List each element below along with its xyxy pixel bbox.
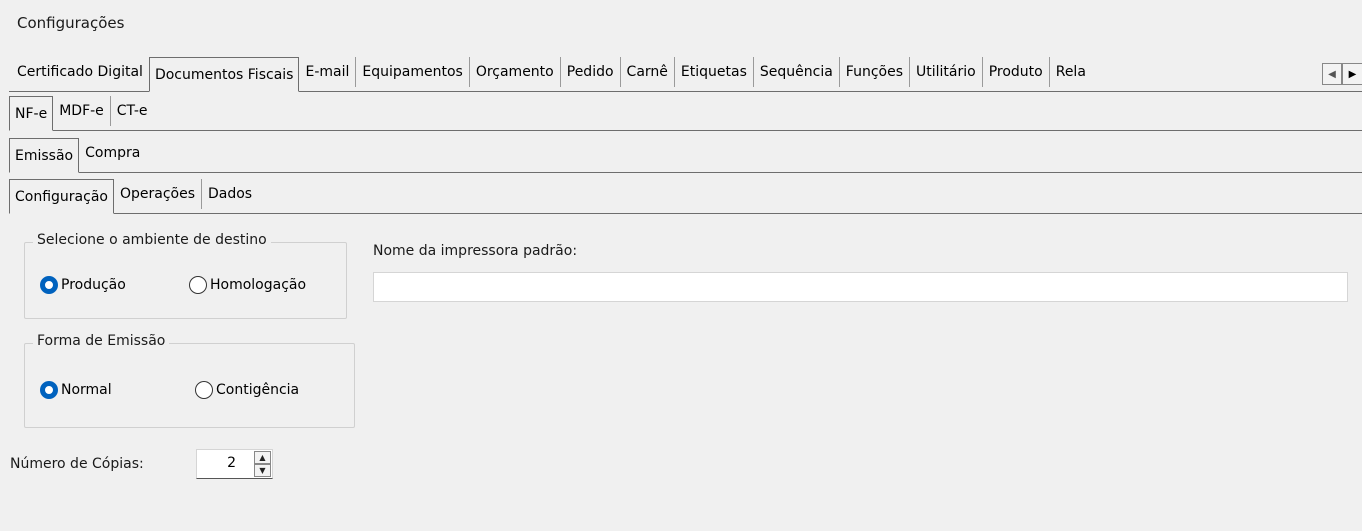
impressora-label: Nome da impressora padrão: (373, 243, 578, 259)
radio-contigencia-label: Contigência (216, 382, 300, 398)
radio-contigencia[interactable]: Contigência (195, 381, 299, 399)
tab-etiquetas[interactable]: Etiquetas (673, 57, 753, 87)
tab-mdfe[interactable]: MDF-e (53, 96, 110, 126)
copias-stepper[interactable]: 2 ▲ ▼ (196, 449, 273, 479)
radio-producao[interactable]: Produção (40, 276, 126, 294)
tab-produto[interactable]: Produto (981, 57, 1049, 87)
tab-cte[interactable]: CT-e (109, 96, 154, 126)
radio-homologacao-label: Homologação (210, 277, 307, 293)
radio-checked-icon (40, 381, 58, 399)
tab-configuracao[interactable]: Configuração (9, 179, 114, 214)
document-tabstrip: NF-e MDF-e CT-e (9, 95, 1362, 131)
forma-emissao-legend: Forma de Emissão (33, 333, 170, 349)
triangle-left-icon[interactable]: ◀ (1322, 63, 1342, 85)
tab-operacoes[interactable]: Operações (114, 179, 201, 209)
triangle-right-icon[interactable]: ▶ (1342, 63, 1362, 85)
radio-unchecked-icon (195, 381, 213, 399)
tab-sequencia[interactable]: Sequência (752, 57, 839, 87)
tab-email[interactable]: E-mail (299, 57, 355, 87)
radio-unchecked-icon (189, 276, 207, 294)
up-arrow-icon[interactable]: ▲ (254, 451, 271, 464)
tab-dados[interactable]: Dados (201, 179, 258, 209)
tab-documentos-fiscais[interactable]: Documentos Fiscais (148, 57, 300, 92)
tab-compra[interactable]: Compra (79, 138, 146, 168)
tab-scroll-arrows: ◀ ▶ (1322, 63, 1362, 85)
tab-orcamento[interactable]: Orçamento (468, 57, 560, 87)
radio-checked-icon (40, 276, 58, 294)
tab-funcoes[interactable]: Funções (838, 57, 909, 87)
tab-relatorios[interactable]: Rela (1048, 57, 1092, 87)
copias-label: Número de Cópias: (10, 456, 144, 472)
mode-tabstrip: Emissão Compra (9, 137, 1362, 173)
copias-value: 2 (227, 455, 236, 471)
tab-pedido[interactable]: Pedido (559, 57, 620, 87)
main-tabstrip: Certificado Digital Documentos Fiscais E… (9, 55, 1362, 92)
impressora-input[interactable] (373, 272, 1348, 302)
radio-producao-label: Produção (61, 277, 126, 293)
ambiente-legend: Selecione o ambiente de destino (33, 232, 271, 248)
radio-normal-label: Normal (61, 382, 112, 398)
tab-emissao[interactable]: Emissão (9, 138, 80, 173)
section-tabstrip: Configuração Operações Dados (9, 178, 1362, 214)
down-arrow-icon[interactable]: ▼ (254, 464, 271, 477)
tab-nfe[interactable]: NF-e (9, 96, 54, 131)
tab-certificado-digital[interactable]: Certificado Digital (9, 57, 149, 87)
tab-equipamentos[interactable]: Equipamentos (355, 57, 468, 87)
radio-normal[interactable]: Normal (40, 381, 112, 399)
window-title: Configurações (17, 14, 125, 32)
radio-homologacao[interactable]: Homologação (189, 276, 306, 294)
tab-utilitario[interactable]: Utilitário (909, 57, 982, 87)
tab-carne[interactable]: Carnê (619, 57, 674, 87)
